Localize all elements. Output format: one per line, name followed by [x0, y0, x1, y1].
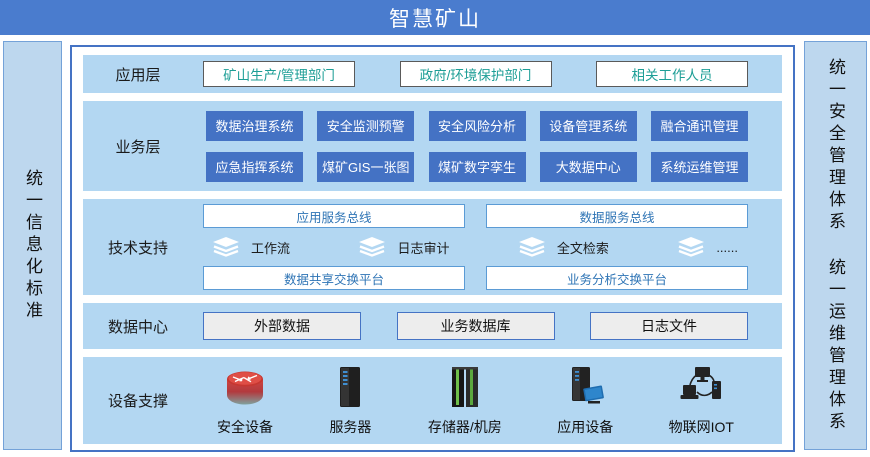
exchange-platform-box: 业务分析交换平台 [486, 266, 748, 290]
tech-support-layer-label: 技术支持 [83, 237, 193, 258]
equipment-layer-panel: 设备支撑 [83, 357, 782, 444]
right-sidebar-label-security: 统一安全管理体系 [827, 58, 844, 234]
left-sidebar-unified-info-standard: 统一信息化标准 [3, 41, 62, 450]
business-row-2: 应急指挥系统 煤矿GIS一张图 煤矿数字孪生 大数据中心 系统运维管理 [206, 152, 748, 182]
equipment-layer-label: 设备支撑 [83, 390, 193, 411]
data-source-box: 日志文件 [590, 312, 748, 340]
layers-icon [678, 237, 704, 257]
service-bus-box: 数据服务总线 [486, 204, 748, 228]
business-row-1: 数据治理系统 安全监测预警 安全风险分析 设备管理系统 融合通讯管理 [206, 111, 748, 141]
equipment-item-storage: 存储器/机房 [428, 365, 502, 437]
data-source-box: 外部数据 [203, 312, 361, 340]
equipment-label: 物联网IOT [669, 417, 734, 437]
data-center-layer-label: 数据中心 [83, 316, 193, 337]
business-system-button: 应急指挥系统 [206, 152, 303, 182]
smart-mine-architecture-diagram: 应用层 矿山生产/管理部门 政府/环境保护部门 相关工作人员 业务层 数据治理系… [70, 45, 795, 452]
data-center-content: 外部数据 业务数据库 日志文件 [203, 312, 748, 340]
tech-service-label: 工作流 [251, 238, 290, 257]
app-user-box: 相关工作人员 [596, 61, 748, 87]
layers-icon [519, 237, 545, 257]
equipment-item-security: 安全设备 [217, 365, 273, 437]
layers-icon [213, 237, 239, 257]
tech-service-label: 日志审计 [397, 238, 449, 257]
iot-icon [677, 365, 725, 414]
application-layer-label: 应用层 [83, 64, 193, 85]
tech-services-row: 工作流 日志审计 全文检索 [203, 235, 748, 259]
storage-icon [443, 365, 487, 414]
equipment-content: 安全设备 服务器 [203, 365, 748, 437]
application-layer-content: 矿山生产/管理部门 政府/环境保护部门 相关工作人员 [203, 61, 748, 87]
tech-service-log-audit: 日志审计 [359, 237, 449, 257]
equipment-label: 存储器/机房 [428, 417, 502, 437]
business-layer-content: 数据治理系统 安全监测预警 安全风险分析 设备管理系统 融合通讯管理 应急指挥系… [206, 111, 748, 182]
business-system-button: 安全风险分析 [429, 111, 526, 141]
business-system-button: 安全监测预警 [317, 111, 414, 141]
service-bus-row: 应用服务总线 数据服务总线 [203, 204, 748, 228]
left-sidebar-label: 统一信息化标准 [24, 169, 41, 323]
data-center-layer-panel: 数据中心 外部数据 业务数据库 日志文件 [83, 303, 782, 349]
equipment-item-app-device: 应用设备 [557, 365, 613, 437]
app-user-box: 矿山生产/管理部门 [203, 61, 355, 87]
service-bus-box: 应用服务总线 [203, 204, 465, 228]
business-system-button: 设备管理系统 [540, 111, 637, 141]
tech-service-label: ...... [716, 240, 738, 255]
server-icon [328, 365, 372, 414]
tech-service-label: 全文检索 [557, 238, 609, 257]
layers-icon [359, 237, 385, 257]
tech-support-layer-panel: 技术支持 应用服务总线 数据服务总线 工作流 日志审计 [83, 199, 782, 295]
exchange-platform-box: 数据共享交换平台 [203, 266, 465, 290]
tech-service-more: ...... [678, 237, 738, 257]
business-system-button: 煤矿GIS一张图 [317, 152, 414, 182]
data-source-box: 业务数据库 [397, 312, 555, 340]
app-device-icon [562, 365, 608, 414]
firewall-icon [221, 365, 269, 414]
equipment-label: 应用设备 [557, 417, 613, 437]
business-system-button: 数据治理系统 [206, 111, 303, 141]
business-system-button: 煤矿数字孪生 [429, 152, 526, 182]
equipment-label: 服务器 [329, 417, 371, 437]
application-layer-panel: 应用层 矿山生产/管理部门 政府/环境保护部门 相关工作人员 [83, 55, 782, 93]
equipment-item-server: 服务器 [328, 365, 372, 437]
equipment-label: 安全设备 [217, 417, 273, 437]
right-sidebar-label-ops: 统一运维管理体系 [827, 258, 844, 434]
page-title: 智慧矿山 [0, 0, 870, 35]
tech-service-fulltext-search: 全文检索 [519, 237, 609, 257]
app-user-box: 政府/环境保护部门 [400, 61, 552, 87]
business-system-button: 融合通讯管理 [651, 111, 748, 141]
business-system-button: 大数据中心 [540, 152, 637, 182]
exchange-platform-row: 数据共享交换平台 业务分析交换平台 [203, 266, 748, 290]
tech-support-layer-content: 应用服务总线 数据服务总线 工作流 日志审计 [203, 204, 748, 290]
equipment-item-iot: 物联网IOT [669, 365, 734, 437]
business-layer-label: 业务层 [83, 136, 193, 157]
tech-service-workflow: 工作流 [213, 237, 290, 257]
right-sidebar-management-systems: 统一安全管理体系 统一运维管理体系 [804, 41, 867, 450]
business-layer-panel: 业务层 数据治理系统 安全监测预警 安全风险分析 设备管理系统 融合通讯管理 应… [83, 101, 782, 191]
business-system-button: 系统运维管理 [651, 152, 748, 182]
